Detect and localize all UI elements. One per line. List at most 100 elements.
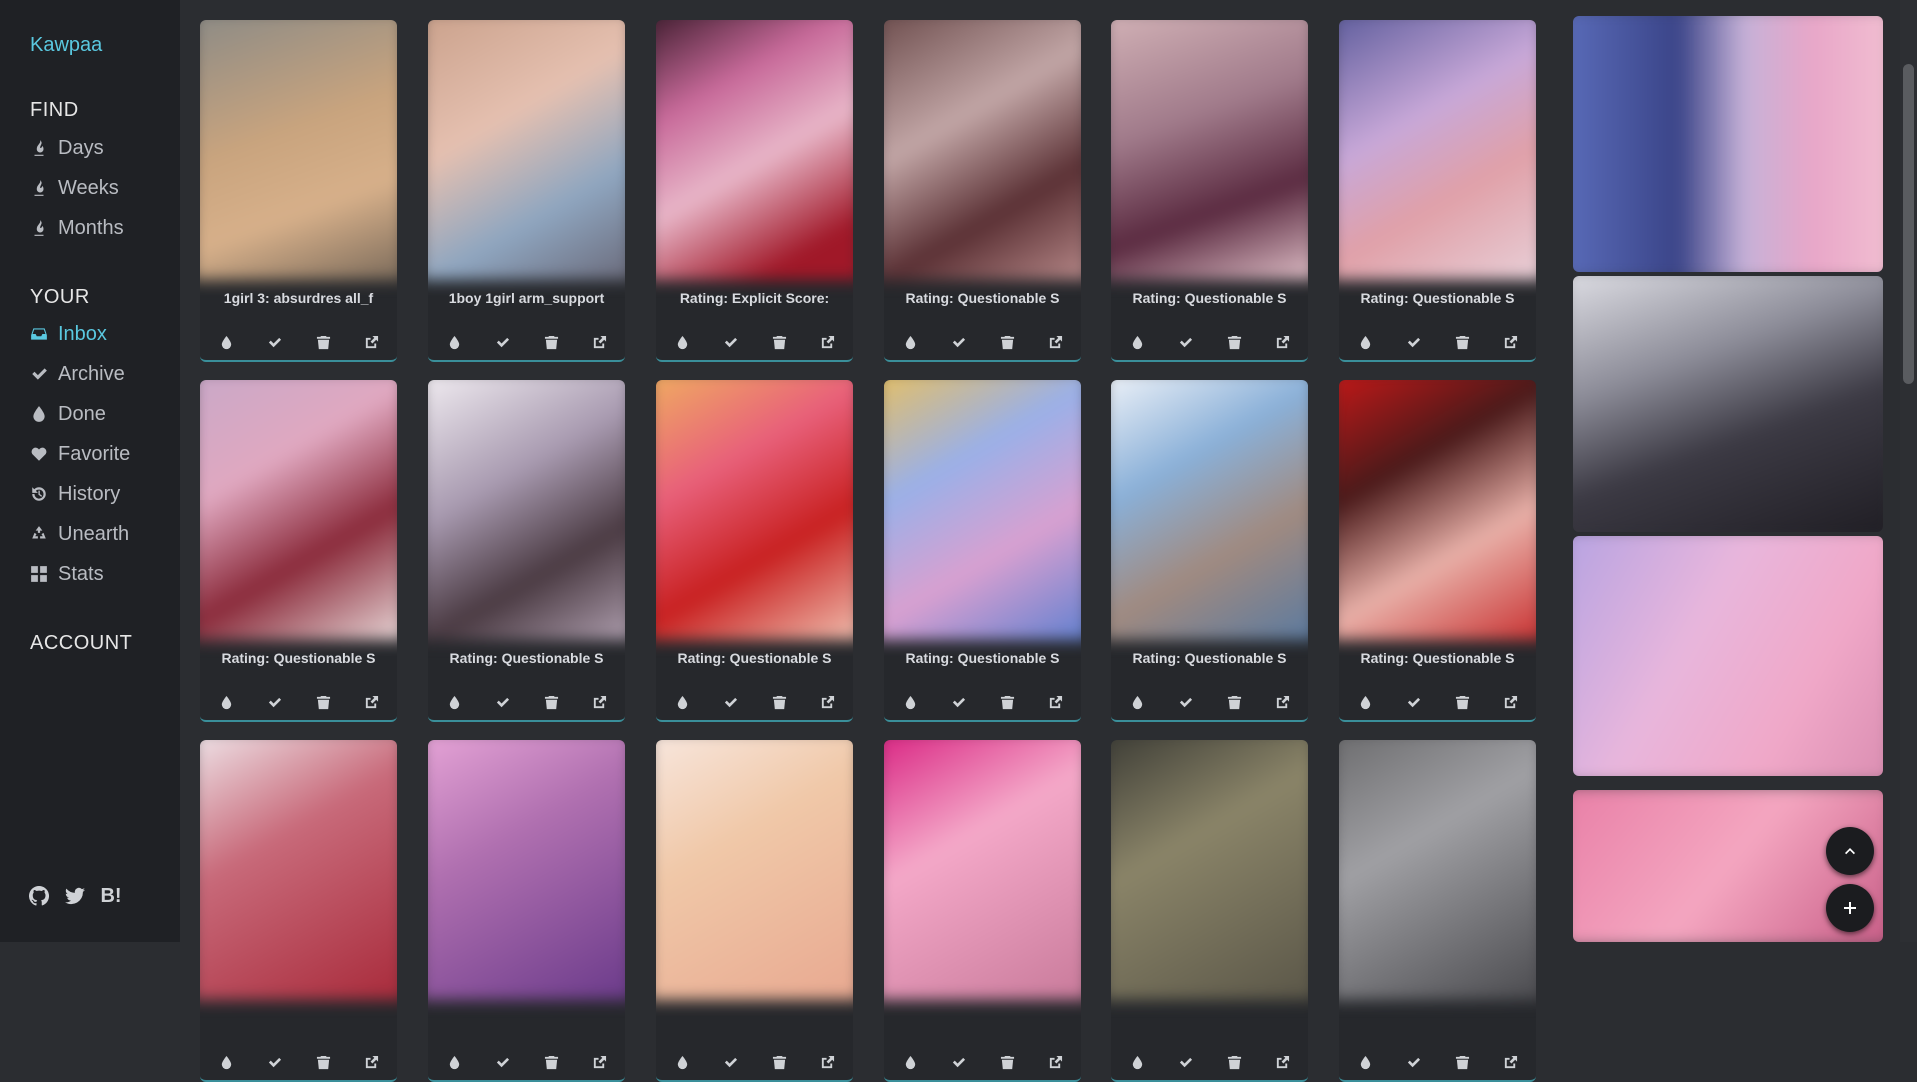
card-thumbnail[interactable] [200,20,397,280]
check-icon[interactable] [722,1053,740,1071]
external-link-icon[interactable] [363,693,381,711]
check-icon[interactable] [722,693,740,711]
media-card[interactable]: Rating: Explicit Score: [656,20,853,362]
check-icon[interactable] [266,1053,284,1071]
trash-icon[interactable] [1225,693,1243,711]
drop-icon[interactable] [901,333,919,351]
external-link-icon[interactable] [591,1053,609,1071]
check-icon[interactable] [950,693,968,711]
drop-icon[interactable] [673,1053,691,1071]
brand-link[interactable]: Kawpaa [30,34,102,57]
drop-icon[interactable] [217,1053,235,1071]
card-thumbnail[interactable] [428,740,625,1000]
card-thumbnail[interactable] [200,380,397,640]
media-card[interactable]: 1boy 1girl arm_support [428,20,625,362]
trash-icon[interactable] [1453,333,1471,351]
check-icon[interactable] [494,693,512,711]
check-icon[interactable] [950,1053,968,1071]
feature-image[interactable] [1573,16,1883,272]
trash-icon[interactable] [542,693,560,711]
drop-icon[interactable] [1128,333,1146,351]
check-icon[interactable] [266,333,284,351]
trash-icon[interactable] [998,1053,1016,1071]
nav-item-archive[interactable]: Archive [28,359,125,389]
feature-image[interactable] [1573,536,1883,776]
card-thumbnail[interactable] [656,740,853,1000]
media-card[interactable]: Rating: Questionable S [884,20,1081,362]
external-link-icon[interactable] [1274,333,1292,351]
drop-icon[interactable] [217,333,235,351]
scroll-top-button[interactable] [1826,827,1874,875]
trash-icon[interactable] [1453,693,1471,711]
card-thumbnail[interactable] [884,380,1081,640]
media-card[interactable]: Rating: Questionable S [1111,380,1308,722]
card-thumbnail[interactable] [1339,20,1536,280]
check-icon[interactable] [1177,1053,1195,1071]
drop-icon[interactable] [1356,1053,1374,1071]
external-link-icon[interactable] [591,333,609,351]
check-icon[interactable] [1177,693,1195,711]
card-thumbnail[interactable] [656,380,853,640]
trash-icon[interactable] [1225,333,1243,351]
card-thumbnail[interactable] [656,20,853,280]
external-link-icon[interactable] [1502,1053,1520,1071]
external-link-icon[interactable] [1047,693,1065,711]
drop-icon[interactable] [1128,693,1146,711]
card-thumbnail[interactable] [1111,380,1308,640]
drop-icon[interactable] [1356,693,1374,711]
media-card[interactable]: Rating: Questionable S [1111,20,1308,362]
nav-item-days[interactable]: Days [28,133,104,163]
media-card[interactable] [1111,740,1308,1082]
trash-icon[interactable] [998,333,1016,351]
nav-item-history[interactable]: History [28,479,120,509]
nav-item-weeks[interactable]: Weeks [28,173,119,203]
media-card[interactable]: Rating: Questionable S [1339,20,1536,362]
trash-icon[interactable] [1453,1053,1471,1071]
media-card[interactable] [428,740,625,1082]
scrollbar-thumb[interactable] [1903,64,1914,384]
card-thumbnail[interactable] [1111,20,1308,280]
media-card[interactable]: Rating: Questionable S [884,380,1081,722]
trash-icon[interactable] [314,333,332,351]
drop-icon[interactable] [901,1053,919,1071]
card-thumbnail[interactable] [884,20,1081,280]
drop-icon[interactable] [445,333,463,351]
github-icon[interactable] [28,885,50,907]
trash-icon[interactable] [542,333,560,351]
trash-icon[interactable] [998,693,1016,711]
trash-icon[interactable] [770,1053,788,1071]
check-icon[interactable] [494,1053,512,1071]
media-card[interactable]: Rating: Questionable S [428,380,625,722]
media-card[interactable] [1339,740,1536,1082]
trash-icon[interactable] [770,693,788,711]
nav-item-done[interactable]: Done [28,399,106,429]
drop-icon[interactable] [445,1053,463,1071]
card-thumbnail[interactable] [884,740,1081,1000]
check-icon[interactable] [494,333,512,351]
trash-icon[interactable] [1225,1053,1243,1071]
drop-icon[interactable] [1128,1053,1146,1071]
external-link-icon[interactable] [1047,1053,1065,1071]
check-icon[interactable] [1405,1053,1423,1071]
external-link-icon[interactable] [1274,1053,1292,1071]
card-thumbnail[interactable] [1111,740,1308,1000]
external-link-icon[interactable] [819,333,837,351]
trash-icon[interactable] [314,693,332,711]
nav-item-stats[interactable]: Stats [28,559,104,589]
check-icon[interactable] [1405,333,1423,351]
drop-icon[interactable] [445,693,463,711]
card-thumbnail[interactable] [428,380,625,640]
trash-icon[interactable] [542,1053,560,1071]
check-icon[interactable] [950,333,968,351]
nav-item-favorite[interactable]: Favorite [28,439,130,469]
add-button[interactable] [1826,884,1874,932]
media-card[interactable] [884,740,1081,1082]
external-link-icon[interactable] [363,333,381,351]
media-card[interactable]: Rating: Questionable S [1339,380,1536,722]
external-link-icon[interactable] [1047,333,1065,351]
external-link-icon[interactable] [363,1053,381,1071]
twitter-icon[interactable] [64,885,86,907]
card-thumbnail[interactable] [200,740,397,1000]
card-thumbnail[interactable] [1339,740,1536,1000]
scrollbar[interactable] [1900,0,1917,942]
